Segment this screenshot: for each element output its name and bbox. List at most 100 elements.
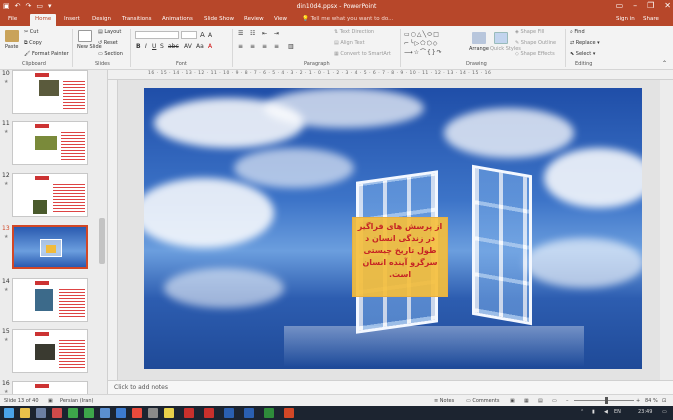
tab-slide-show[interactable]: Slide Show	[204, 16, 234, 22]
tab-review[interactable]: Review	[244, 16, 264, 22]
underline-icon[interactable]: U	[152, 43, 156, 50]
shape-fill-button[interactable]: ◈ Shape Fill	[515, 29, 544, 35]
thumbnail-scrollbar[interactable]	[99, 218, 105, 264]
zoom-level[interactable]: 84 %	[645, 398, 658, 404]
powerpoint-icon[interactable]	[284, 408, 294, 418]
input-language[interactable]: EN	[614, 409, 621, 415]
tab-view[interactable]: View	[274, 16, 287, 22]
volume-icon[interactable]: ◀	[604, 409, 608, 415]
taskbar-app-icon[interactable]	[132, 408, 142, 418]
slide-thumbnail[interactable]	[12, 278, 88, 322]
share-button[interactable]: Share	[643, 16, 659, 22]
italic-icon[interactable]: I	[145, 43, 147, 50]
paste-icon[interactable]	[5, 30, 19, 42]
section-button[interactable]: ▭ Section	[98, 51, 123, 57]
slide-thumbnail[interactable]	[12, 70, 88, 114]
clock[interactable]: 23:49	[638, 409, 652, 415]
slide-thumbnail[interactable]	[12, 121, 88, 165]
taskbar-app-icon[interactable]	[68, 408, 78, 418]
tab-home[interactable]: Home	[30, 14, 57, 26]
taskbar-app-icon[interactable]	[100, 408, 110, 418]
spellcheck-icon[interactable]: ▣	[48, 398, 53, 404]
excel-icon[interactable]	[264, 408, 274, 418]
tab-file[interactable]: File	[8, 16, 17, 22]
taskbar-app-icon[interactable]	[52, 408, 62, 418]
cut-button[interactable]: ✂ Cut	[24, 29, 38, 35]
notes-pane[interactable]: Click to add notes	[108, 380, 673, 394]
slide-thumbnail-selected[interactable]	[12, 225, 88, 269]
zoom-in-icon[interactable]: +	[636, 398, 640, 404]
language-indicator[interactable]: Persian (Iran)	[60, 398, 93, 404]
increase-indent-icon[interactable]: ⇥	[274, 30, 279, 37]
paste-button[interactable]: Paste	[5, 44, 19, 50]
font-size-box[interactable]	[181, 31, 197, 39]
quick-styles-icon[interactable]	[494, 32, 508, 44]
align-right-icon[interactable]: ≡	[262, 43, 267, 50]
font-color-icon[interactable]: A	[208, 43, 212, 50]
font-size-grow-icon[interactable]: A	[200, 31, 205, 39]
slide-thumbnail[interactable]	[12, 329, 88, 373]
justify-icon[interactable]: ≡	[274, 43, 279, 50]
columns-icon[interactable]: ▥	[288, 43, 294, 50]
change-case-icon[interactable]: Aa	[196, 43, 204, 50]
sign-in-link[interactable]: Sign in	[616, 16, 635, 22]
reset-button[interactable]: ↺ Reset	[98, 40, 118, 46]
bold-icon[interactable]: B	[136, 43, 141, 50]
notifications-icon[interactable]: ▭	[662, 409, 667, 415]
taskbar-app-icon[interactable]	[116, 408, 126, 418]
layout-button[interactable]: ▤ Layout	[98, 29, 121, 35]
tab-design[interactable]: Design	[92, 16, 111, 22]
zoom-out-icon[interactable]: –	[566, 398, 569, 404]
font-size-shrink-icon[interactable]: A	[208, 32, 212, 39]
comments-toggle[interactable]: ▭ Comments	[466, 398, 499, 404]
arrange-icon[interactable]	[472, 32, 486, 44]
tell-me-search[interactable]: 💡 Tell me what you want to do...	[302, 16, 393, 22]
pdf-reader-icon[interactable]	[204, 408, 214, 418]
collapse-ribbon-icon[interactable]: ⌃	[662, 60, 667, 67]
taskbar-app-icon[interactable]	[148, 408, 158, 418]
strikethrough-icon[interactable]: abc	[168, 43, 179, 50]
restore-icon[interactable]: ❐	[647, 1, 654, 10]
zoom-slider-handle[interactable]	[605, 397, 608, 404]
arrange-button[interactable]: Arrange	[469, 46, 489, 52]
tray-arrow-icon[interactable]: ⌃	[580, 409, 584, 415]
slide-text-box[interactable]: از پرسش های فراگیر در زندگی انسان د طول …	[352, 217, 448, 297]
tab-insert[interactable]: Insert	[64, 16, 80, 22]
copy-button[interactable]: ⧉ Copy	[24, 40, 42, 46]
zoom-slider[interactable]	[574, 400, 634, 401]
whatsapp-icon[interactable]	[84, 408, 94, 418]
shadow-icon[interactable]: S	[160, 43, 164, 50]
vertical-scrollbar[interactable]	[660, 80, 673, 380]
font-name-box[interactable]	[135, 31, 179, 39]
ribbon-display-icon[interactable]: ▭	[616, 1, 624, 10]
file-explorer-icon[interactable]	[20, 408, 30, 418]
align-left-icon[interactable]: ≡	[238, 43, 243, 50]
numbering-icon[interactable]: ☷	[250, 30, 255, 37]
align-text-button[interactable]: ▤ Align Text	[334, 40, 365, 46]
fit-slide-icon[interactable]: ⊡	[662, 398, 666, 404]
word-icon[interactable]	[244, 408, 254, 418]
text-direction-button[interactable]: ⇅ Text Direction	[334, 29, 374, 35]
slide-thumbnail[interactable]	[12, 173, 88, 217]
reading-view-icon[interactable]: ▤	[538, 398, 543, 404]
tab-transitions[interactable]: Transitions	[122, 16, 151, 22]
replace-button[interactable]: ⇄ Replace ▾	[570, 40, 600, 46]
find-button[interactable]: ⌕ Find	[570, 29, 585, 35]
new-slide-icon[interactable]	[78, 30, 92, 42]
convert-smartart-button[interactable]: ▦ Convert to SmartArt	[334, 51, 391, 57]
taskbar-app-icon[interactable]	[36, 408, 46, 418]
tab-animations[interactable]: Animations	[162, 16, 193, 22]
format-painter-button[interactable]: 🖌 Format Painter	[24, 51, 69, 57]
pdf-reader-icon[interactable]	[184, 408, 194, 418]
slide-sorter-icon[interactable]: ▦	[524, 398, 529, 404]
normal-view-icon[interactable]: ▣	[510, 398, 515, 404]
taskbar-app-icon[interactable]	[164, 408, 174, 418]
network-icon[interactable]: ▮	[592, 409, 595, 415]
word-icon[interactable]	[224, 408, 234, 418]
close-icon[interactable]: ✕	[664, 1, 671, 10]
slideshow-view-icon[interactable]: ▭	[552, 398, 557, 404]
shapes-gallery[interactable]: ▭○△╲⬭□ ⌐╰▷⬠⬡◇ ⟶☆⌒{}↷	[404, 30, 464, 58]
minimize-icon[interactable]: –	[633, 1, 637, 10]
align-center-icon[interactable]: ≡	[250, 43, 255, 50]
char-spacing-icon[interactable]: AV	[184, 43, 192, 50]
